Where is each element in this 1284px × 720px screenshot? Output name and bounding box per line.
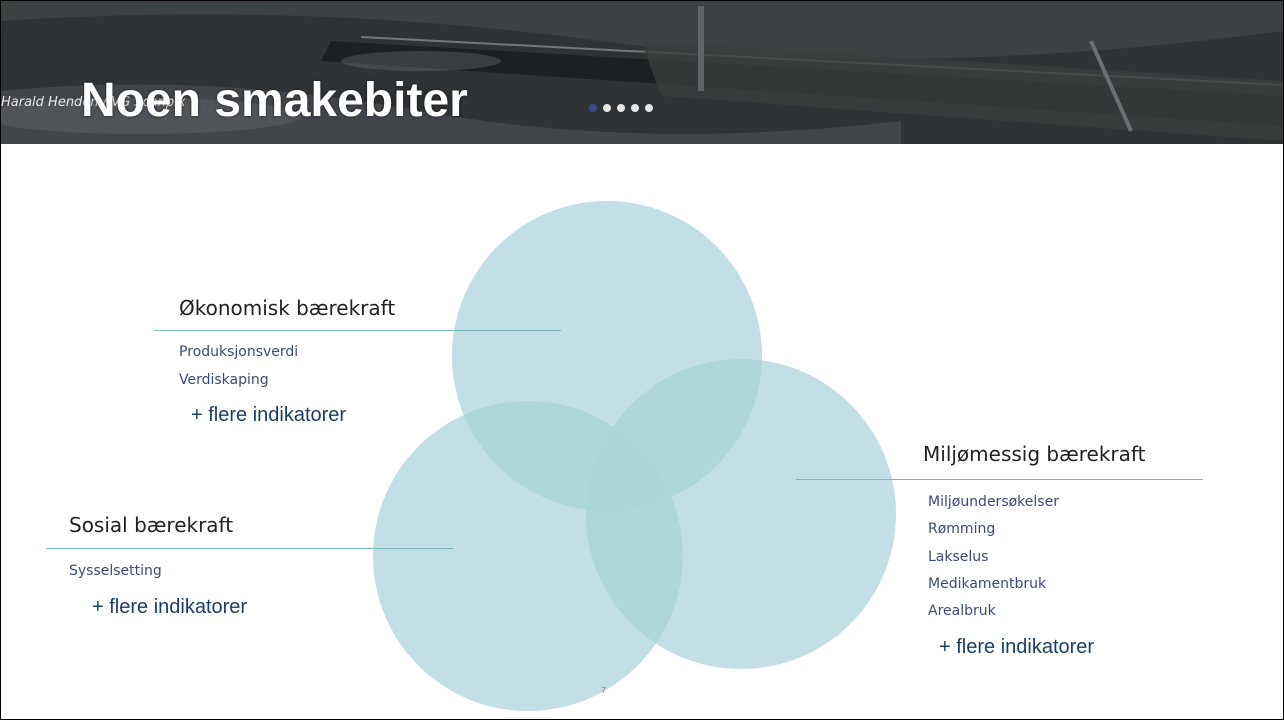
environmental-circle[interactable] bbox=[586, 359, 896, 669]
social-heading: Sosial bærekraft bbox=[69, 513, 234, 537]
indicator-arealbruk[interactable]: Arealbruk bbox=[928, 603, 996, 619]
social-divider bbox=[46, 548, 453, 549]
economic-divider bbox=[154, 330, 561, 331]
indicator-lakselus[interactable]: Lakselus bbox=[928, 549, 988, 565]
environmental-divider bbox=[796, 479, 1203, 480]
environmental-more-indicators[interactable]: + flere indikatorer bbox=[939, 636, 1094, 659]
indicator-romming[interactable]: Rømming bbox=[928, 521, 995, 537]
page-number: 7 bbox=[601, 686, 607, 695]
indicator-medikamentbruk[interactable]: Medikamentbruk bbox=[928, 576, 1046, 592]
indicator-verdiskaping[interactable]: Verdiskaping bbox=[179, 372, 269, 388]
economic-more-indicators[interactable]: + flere indikatorer bbox=[191, 404, 346, 427]
indicator-sysselsetting[interactable]: Sysselsetting bbox=[69, 563, 162, 579]
slide: Harald Henden / VG Scanpix Noen smakebit… bbox=[0, 0, 1284, 720]
environmental-heading: Miljømessig bærekraft bbox=[923, 442, 1146, 466]
economic-heading: Økonomisk bærekraft bbox=[179, 296, 396, 320]
indicator-miljoundersokelser[interactable]: Miljøundersøkelser bbox=[928, 494, 1059, 510]
social-more-indicators[interactable]: + flere indikatorer bbox=[92, 596, 247, 619]
indicator-produksjonsverdi[interactable]: Produksjonsverdi bbox=[179, 344, 298, 360]
